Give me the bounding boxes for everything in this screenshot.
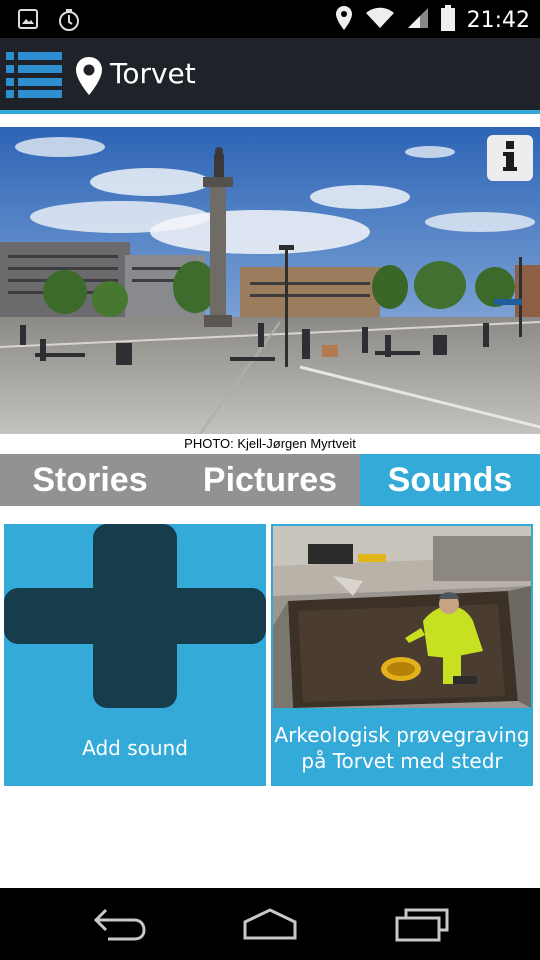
home-icon[interactable] xyxy=(242,906,298,942)
location-pin-icon xyxy=(75,56,103,96)
recent-apps-icon[interactable] xyxy=(394,906,450,942)
location-icon xyxy=(335,5,353,35)
tab-stories[interactable]: Stories xyxy=(0,454,180,506)
app-bar: Torvet xyxy=(0,38,540,110)
location-photo xyxy=(0,127,540,434)
photo-credit: PHOTO: Kjell-Jørgen Myrtveit xyxy=(184,436,356,451)
tab-pictures[interactable]: Pictures xyxy=(180,454,360,506)
add-sound-button[interactable]: Add sound xyxy=(4,524,266,786)
status-bar: 21:42 xyxy=(0,0,540,38)
battery-icon xyxy=(440,5,455,35)
sound-title: Arkeologisk prøvegraving på Torvet med s… xyxy=(271,722,533,774)
tab-sounds[interactable]: Sounds xyxy=(360,454,540,506)
page-title: Torvet xyxy=(110,57,196,90)
sync-notification-icon xyxy=(58,9,80,35)
status-clock: 21:42 xyxy=(466,7,530,33)
signal-icon xyxy=(407,7,429,33)
wifi-icon xyxy=(365,7,395,33)
navigation-bar xyxy=(0,888,540,960)
tab-bar: Stories Pictures Sounds xyxy=(0,454,540,506)
back-icon[interactable] xyxy=(93,906,146,942)
info-button[interactable] xyxy=(487,135,533,181)
list-menu-icon[interactable] xyxy=(6,52,62,98)
image-notification-icon xyxy=(18,9,38,35)
sound-title-line1: Arkeologisk prøvegraving xyxy=(274,723,530,747)
sound-item[interactable]: Arkeologisk prøvegraving på Torvet med s… xyxy=(271,524,533,786)
sound-title-line2: på Torvet med stedr xyxy=(301,749,503,773)
sound-thumbnail xyxy=(273,526,531,708)
info-icon xyxy=(501,141,519,175)
add-sound-label: Add sound xyxy=(82,736,188,760)
app-bar-divider xyxy=(0,110,540,114)
